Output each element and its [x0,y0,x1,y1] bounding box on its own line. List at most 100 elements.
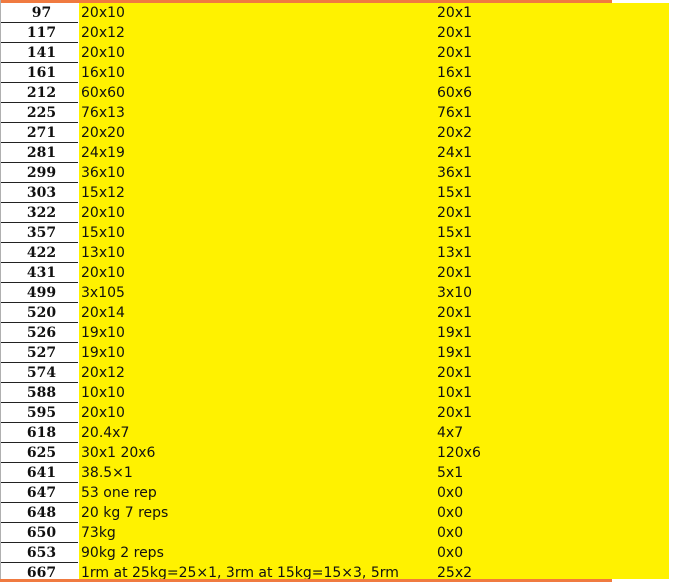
result-cell[interactable]: 0x0 [437,543,463,563]
table-row: 322 20x10 20x1 [0,203,677,223]
row-id-cell[interactable]: 647 [1,483,78,503]
row-id-cell[interactable]: 625 [1,443,78,463]
row-id-cell[interactable]: 527 [1,343,78,363]
result-cell[interactable]: 19x1 [437,343,472,363]
result-cell[interactable]: 0x0 [437,503,463,523]
value-cell[interactable]: 3x105 [81,283,436,303]
table-row: 271 20x20 20x2 [0,123,677,143]
row-id-cell[interactable]: 618 [1,423,78,443]
value-cell[interactable]: 20x12 [81,23,436,43]
row-id-cell[interactable]: 588 [1,383,78,403]
result-cell[interactable]: 0x0 [437,523,463,543]
row-id-cell[interactable]: 212 [1,83,78,103]
row-id-cell[interactable]: 161 [1,63,78,83]
row-id-cell[interactable]: 641 [1,463,78,483]
row-id-cell[interactable]: 225 [1,103,78,123]
value-cell[interactable]: 16x10 [81,63,436,83]
value-cell[interactable]: 20x14 [81,303,436,323]
result-cell[interactable]: 16x1 [437,63,472,83]
table-row: 357 15x10 15x1 [0,223,677,243]
value-cell[interactable]: 36x10 [81,163,436,183]
result-cell[interactable]: 60x6 [437,83,472,103]
value-cell[interactable]: 73kg [81,523,436,543]
row-id-cell[interactable]: 117 [1,23,78,43]
row-id-cell[interactable]: 281 [1,143,78,163]
value-cell[interactable]: 20x10 [81,403,436,423]
value-cell[interactable]: 30x1 20x6 [81,443,436,463]
result-cell[interactable]: 20x1 [437,203,472,223]
result-cell[interactable]: 15x1 [437,223,472,243]
row-id-cell[interactable]: 648 [1,503,78,523]
result-cell[interactable]: 20x1 [437,3,472,23]
result-cell[interactable]: 20x1 [437,303,472,323]
row-id-cell[interactable]: 322 [1,203,78,223]
row-id-cell[interactable]: 141 [1,43,78,63]
value-cell[interactable]: 76x13 [81,103,436,123]
table-row: 618 20.4x7 4x7 [0,423,677,443]
table-row: 647 53 one rep 0x0 [0,483,677,503]
value-cell[interactable]: 20x10 [81,203,436,223]
row-id-cell[interactable]: 97 [1,3,78,23]
table-row: 641 38.5×1 5x1 [0,463,677,483]
row-id-cell[interactable]: 520 [1,303,78,323]
value-cell[interactable]: 15x10 [81,223,436,243]
table-row: 299 36x10 36x1 [0,163,677,183]
result-cell[interactable]: 0x0 [437,483,463,503]
table-row: 527 19x10 19x1 [0,343,677,363]
result-cell[interactable]: 20x2 [437,123,472,143]
row-id-cell[interactable]: 357 [1,223,78,243]
value-cell[interactable]: 20x20 [81,123,436,143]
row-id-cell[interactable]: 422 [1,243,78,263]
row-id-cell[interactable]: 303 [1,183,78,203]
table-row: 526 19x10 19x1 [0,323,677,343]
value-cell[interactable]: 24x19 [81,143,436,163]
value-cell[interactable]: 20x10 [81,43,436,63]
value-cell[interactable]: 15x12 [81,183,436,203]
result-cell[interactable]: 5x1 [437,463,463,483]
table-row: 520 20x14 20x1 [0,303,677,323]
value-cell[interactable]: 19x10 [81,323,436,343]
value-cell[interactable]: 10x10 [81,383,436,403]
value-cell[interactable]: 19x10 [81,343,436,363]
row-id-cell[interactable]: 650 [1,523,78,543]
value-cell[interactable]: 20x10 [81,263,436,283]
result-cell[interactable]: 4x7 [437,423,463,443]
row-id-cell[interactable]: 271 [1,123,78,143]
result-cell[interactable]: 20x1 [437,403,472,423]
result-cell[interactable]: 120x6 [437,443,481,463]
result-cell[interactable]: 20x1 [437,363,472,383]
result-cell[interactable]: 15x1 [437,183,472,203]
table-row: 117 20x12 20x1 [0,23,677,43]
row-id-cell[interactable]: 653 [1,543,78,563]
result-cell[interactable]: 24x1 [437,143,472,163]
result-cell[interactable]: 13x1 [437,243,472,263]
table-row: 574 20x12 20x1 [0,363,677,383]
result-cell[interactable]: 20x1 [437,263,472,283]
row-id-cell[interactable]: 431 [1,263,78,283]
value-cell[interactable]: 20.4x7 [81,423,436,443]
value-cell[interactable]: 53 one rep [81,483,436,503]
row-id-cell[interactable]: 595 [1,403,78,423]
table-row: 141 20x10 20x1 [0,43,677,63]
value-cell[interactable]: 20x10 [81,3,436,23]
row-id-cell[interactable]: 574 [1,363,78,383]
table-row: 588 10x10 10x1 [0,383,677,403]
row-id-cell[interactable]: 499 [1,283,78,303]
value-cell[interactable]: 38.5×1 [81,463,436,483]
row-id-cell[interactable]: 299 [1,163,78,183]
value-cell[interactable]: 90kg 2 reps [81,543,436,563]
value-cell[interactable]: 13x10 [81,243,436,263]
value-cell[interactable]: 20x12 [81,363,436,383]
result-cell[interactable]: 19x1 [437,323,472,343]
result-cell[interactable]: 10x1 [437,383,472,403]
row-id-cell[interactable]: 526 [1,323,78,343]
result-cell[interactable]: 20x1 [437,23,472,43]
result-cell[interactable]: 76x1 [437,103,472,123]
value-cell[interactable]: 20 kg 7 reps [81,503,436,523]
table-row: 625 30x1 20x6 120x6 [0,443,677,463]
result-cell[interactable]: 36x1 [437,163,472,183]
table-row: 595 20x10 20x1 [0,403,677,423]
value-cell[interactable]: 60x60 [81,83,436,103]
result-cell[interactable]: 3x10 [437,283,472,303]
result-cell[interactable]: 20x1 [437,43,472,63]
